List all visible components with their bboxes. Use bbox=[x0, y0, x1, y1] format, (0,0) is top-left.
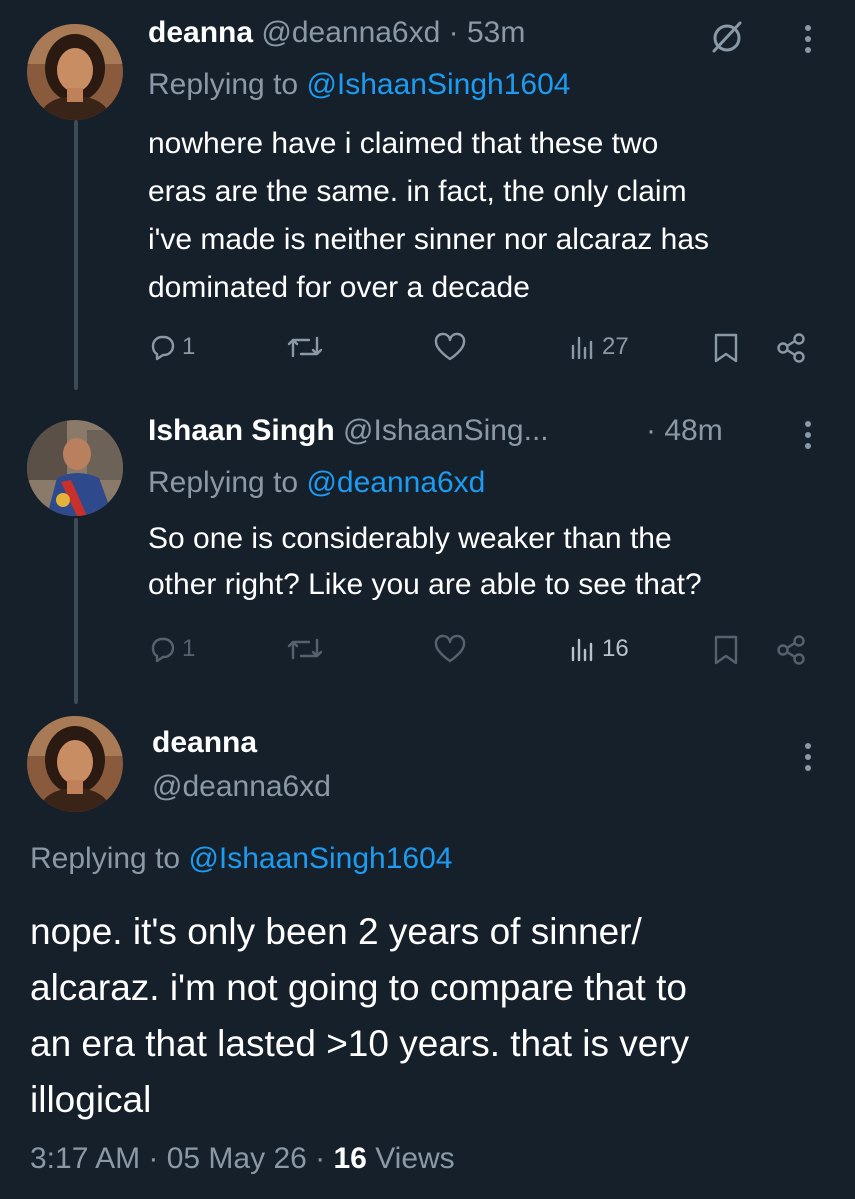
replying-to: Replying to @deanna6xd bbox=[148, 466, 485, 500]
avatar[interactable] bbox=[27, 716, 123, 812]
mention-link[interactable]: @IshaanSingh1604 bbox=[306, 68, 570, 101]
views-icon bbox=[571, 336, 593, 360]
text-line: other right? Like you are able to see th… bbox=[148, 568, 702, 601]
display-name[interactable]: deanna bbox=[152, 726, 257, 760]
bookmark-icon bbox=[714, 635, 738, 665]
separator: · bbox=[448, 16, 459, 49]
reply-icon bbox=[151, 335, 175, 361]
post-timestamp[interactable]: 3:17 AM · 05 May 26 · bbox=[30, 1142, 325, 1175]
handle[interactable]: @deanna6xd bbox=[152, 770, 331, 804]
reply-icon bbox=[151, 637, 175, 663]
bookmark-button[interactable] bbox=[712, 332, 740, 364]
reply-count: 1 bbox=[182, 333, 196, 360]
tweet-header: Ishaan Singh @IshaanSing... bbox=[148, 414, 549, 448]
retweet-button[interactable] bbox=[285, 332, 325, 362]
text-line: alcaraz. i'm not going to compare that t… bbox=[30, 967, 687, 1008]
views-count: 27 bbox=[602, 333, 629, 360]
share-button[interactable] bbox=[775, 634, 807, 666]
bookmark-icon bbox=[714, 333, 738, 363]
text-line: i've made is neither sinner nor alcaraz … bbox=[148, 223, 710, 256]
reply-button[interactable]: 1 bbox=[148, 634, 195, 664]
thread-line-1 bbox=[74, 120, 78, 390]
mention-link[interactable]: @IshaanSingh1604 bbox=[188, 842, 452, 875]
text-line: an era that lasted >10 years. that is ve… bbox=[30, 1023, 690, 1064]
bookmark-button[interactable] bbox=[712, 634, 740, 666]
text-line: nope. it's only been 2 years of sinner/ bbox=[30, 911, 642, 952]
replying-to: Replying to @IshaanSingh1604 bbox=[148, 68, 570, 102]
more-icon[interactable] bbox=[803, 743, 813, 771]
share-icon bbox=[777, 333, 805, 363]
text-line: eras are the same. in fact, the only cla… bbox=[148, 175, 687, 208]
views-icon bbox=[571, 638, 593, 662]
replying-label: Replying to bbox=[30, 842, 181, 875]
replying-to: Replying to @IshaanSingh1604 bbox=[30, 842, 452, 876]
more-icon[interactable] bbox=[803, 421, 813, 449]
avatar[interactable] bbox=[27, 24, 123, 120]
timestamp[interactable]: 48m bbox=[664, 414, 722, 447]
text-line: nowhere have i claimed that these two bbox=[148, 127, 659, 160]
like-button[interactable] bbox=[433, 332, 467, 362]
views-button[interactable]: 27 bbox=[568, 332, 629, 362]
views-count: 16 bbox=[602, 635, 629, 662]
share-icon bbox=[777, 635, 805, 665]
handle[interactable]: @deanna6xd bbox=[261, 16, 440, 49]
replying-label: Replying to bbox=[148, 68, 299, 101]
like-icon bbox=[434, 332, 466, 361]
views-label: Views bbox=[375, 1142, 455, 1175]
reply-count: 1 bbox=[182, 635, 196, 662]
retweet-icon bbox=[287, 638, 323, 660]
handle[interactable]: @IshaanSing... bbox=[343, 414, 549, 447]
text-line: dominated for over a decade bbox=[148, 271, 530, 304]
views-button[interactable]: 16 bbox=[568, 634, 629, 664]
tweet-meta: 3:17 AM · 05 May 26 · 16 Views bbox=[30, 1142, 455, 1176]
mention-link[interactable]: @deanna6xd bbox=[306, 466, 485, 499]
share-button[interactable] bbox=[775, 332, 807, 364]
tweet-time: · 48m bbox=[646, 414, 723, 448]
text-line: So one is considerably weaker than the bbox=[148, 522, 672, 555]
tweet-header: deanna @deanna6xd · 53m bbox=[148, 16, 525, 50]
retweet-button[interactable] bbox=[285, 634, 325, 664]
like-icon bbox=[434, 634, 466, 663]
reply-button[interactable]: 1 bbox=[148, 332, 195, 362]
separator: · bbox=[646, 414, 656, 447]
like-button[interactable] bbox=[433, 634, 467, 664]
more-icon[interactable] bbox=[803, 25, 813, 53]
tweet-text: So one is considerably weaker than the o… bbox=[148, 516, 702, 608]
tweet-text: nowhere have i claimed that these two er… bbox=[148, 120, 709, 312]
thread-line-2 bbox=[74, 518, 78, 704]
tweet-text: nope. it's only been 2 years of sinner/ … bbox=[30, 904, 689, 1128]
retweet-icon bbox=[287, 336, 323, 358]
replying-label: Replying to bbox=[148, 466, 299, 499]
views-count: 16 bbox=[333, 1142, 367, 1175]
text-line: illogical bbox=[30, 1079, 152, 1120]
grok-icon[interactable] bbox=[708, 18, 746, 56]
display-name[interactable]: Ishaan Singh bbox=[148, 414, 335, 447]
timestamp[interactable]: 53m bbox=[467, 16, 525, 49]
display-name[interactable]: deanna bbox=[148, 16, 253, 49]
avatar[interactable] bbox=[27, 420, 123, 516]
